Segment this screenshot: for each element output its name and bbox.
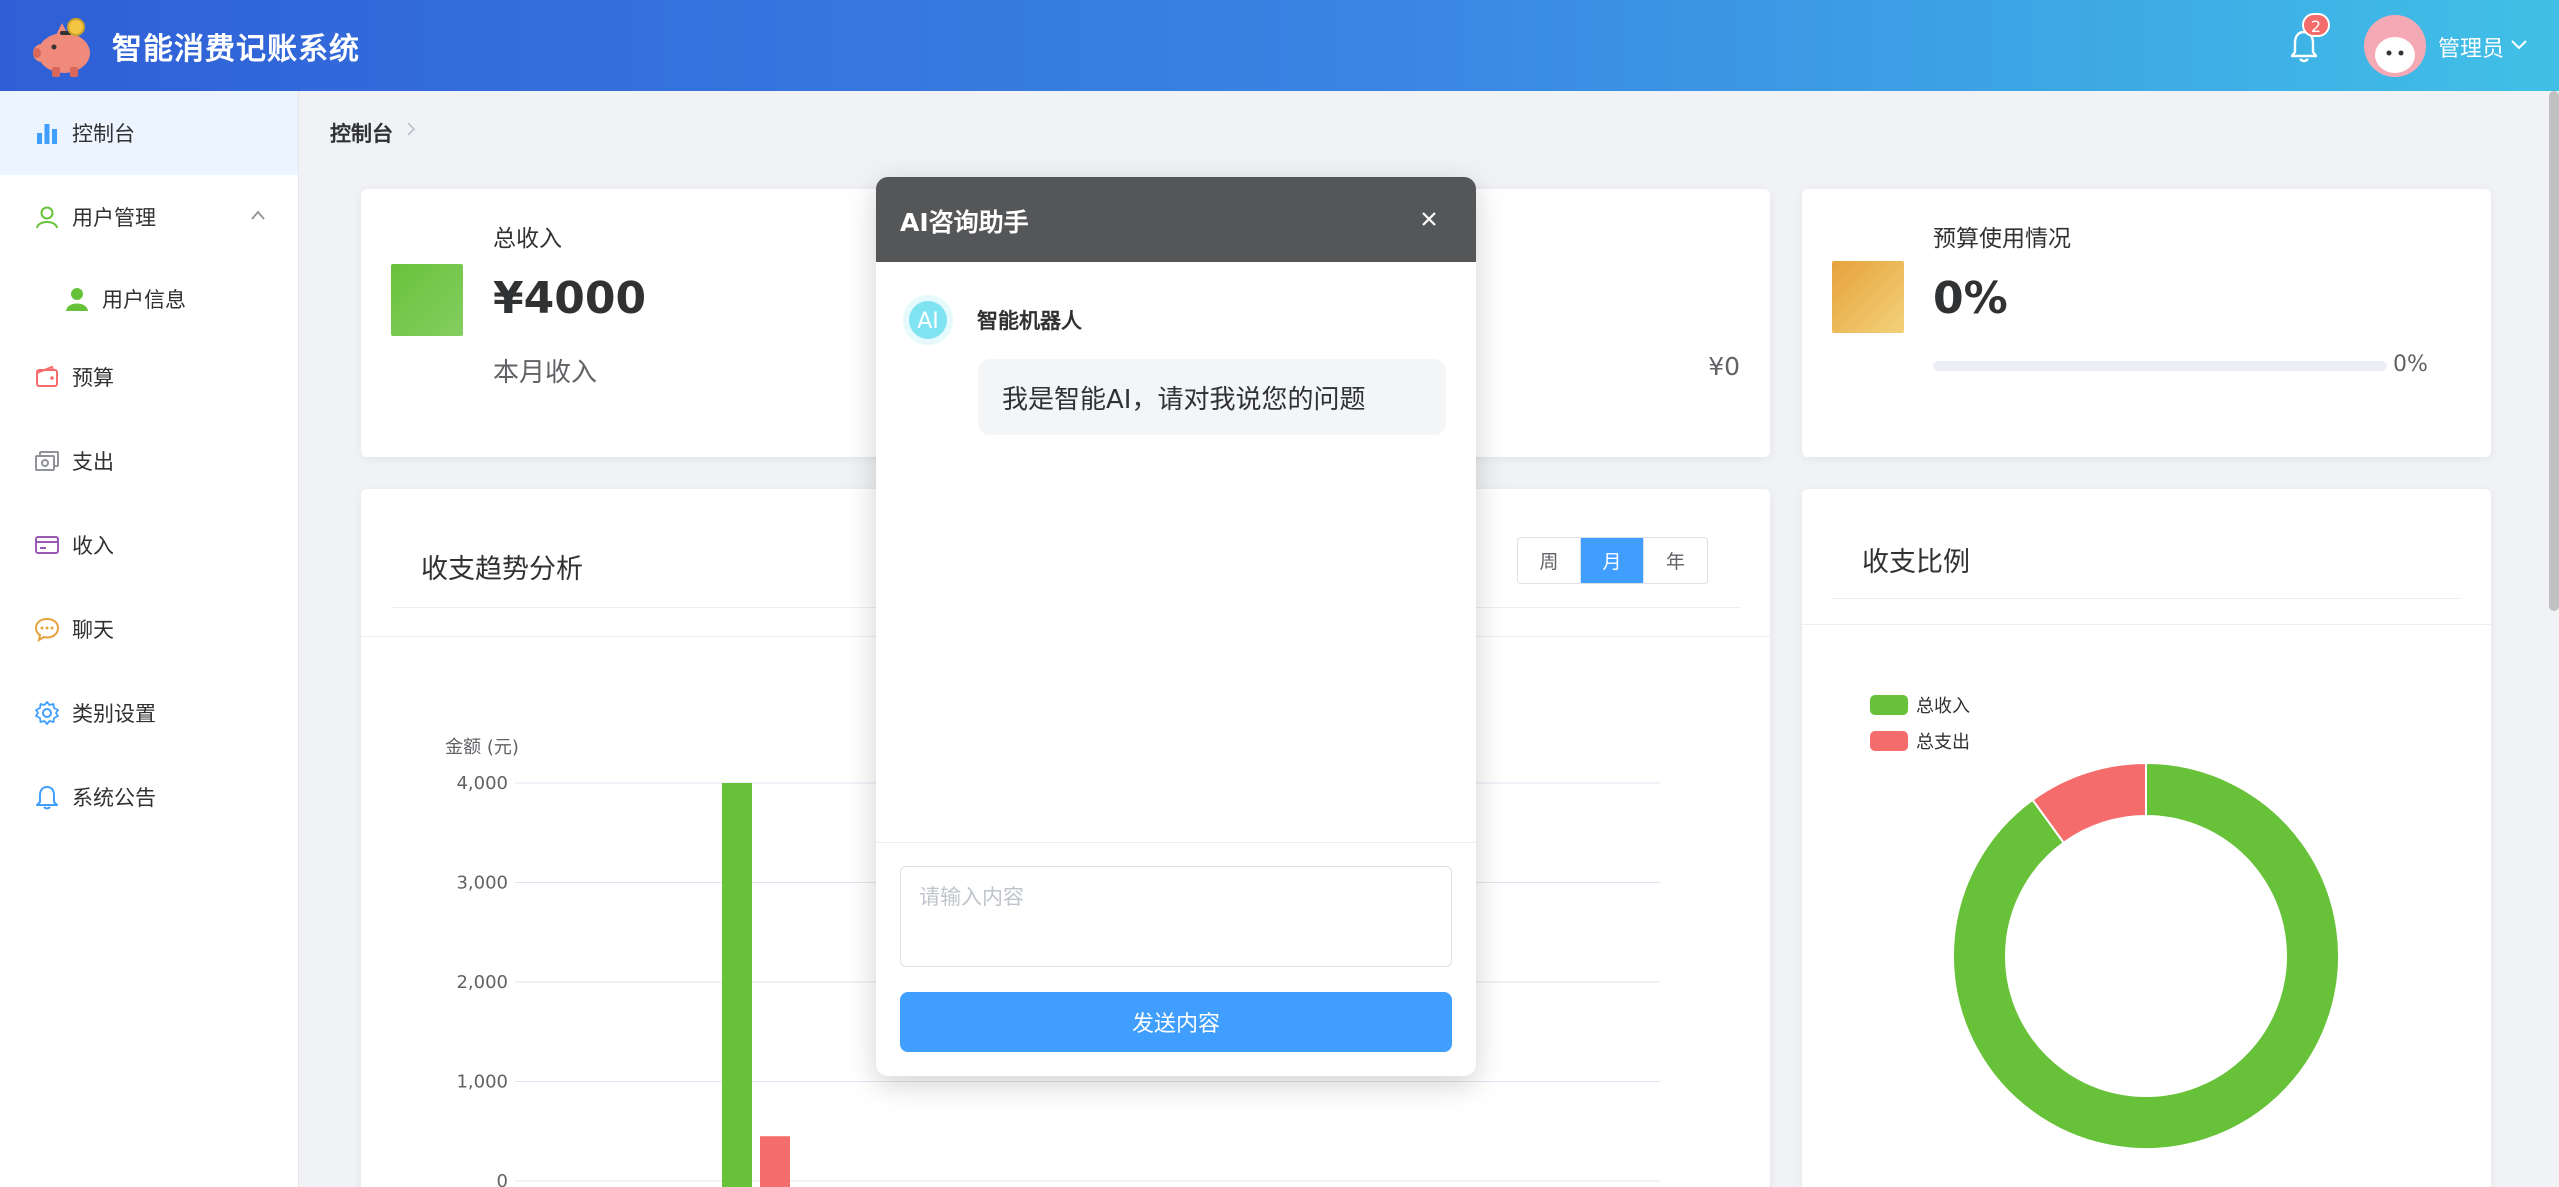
period-week-button[interactable]: 周	[1518, 538, 1581, 583]
income-value: ¥4000	[493, 273, 647, 324]
sidebar: 控制台 用户管理 用户信息 预算 支出 收入 聊天 类别设置 系统公告	[0, 91, 299, 1187]
expense-card: ¥0	[1450, 189, 1770, 457]
sidebar-item-income[interactable]: 收入	[0, 503, 298, 587]
sidebar-item-dashboard[interactable]: 控制台	[0, 91, 298, 175]
y-tick-label: 3,000	[456, 873, 508, 894]
user-filled-icon	[66, 288, 88, 311]
notification-badge: 2	[2302, 13, 2330, 37]
chat-dot-icon	[34, 617, 60, 642]
y-tick-label: 2,000	[456, 972, 508, 993]
dialog-title: AI咨询助手	[900, 208, 1029, 237]
legend-label: 总支出	[1916, 732, 1970, 753]
sidebar-item-announcements[interactable]: 系统公告	[0, 755, 298, 839]
sidebar-item-budget[interactable]: 预算	[0, 335, 298, 419]
sidebar-item-label: 聊天	[72, 618, 114, 642]
chevron-right-icon	[407, 122, 416, 136]
budget-label: 预算使用情况	[1933, 226, 2071, 252]
y-tick-label: 0	[497, 1171, 508, 1187]
legend-item-income[interactable]: 总收入	[1870, 692, 1970, 718]
bot-message-text: 我是智能AI，请对我说您的问题	[1002, 384, 1366, 415]
send-button[interactable]: 发送内容	[900, 992, 1452, 1052]
chevron-down-icon[interactable]	[2510, 37, 2528, 51]
sidebar-item-label: 用户信息	[102, 288, 186, 312]
app-root: 智能消费记账系统 2 管理员 控制台 用户管理 用户信息 预算 支出 收入 聊天…	[0, 0, 2559, 1187]
bar-chart-icon	[37, 124, 57, 144]
bot-avatar-text: AI	[917, 309, 939, 334]
top-header: 智能消费记账系统 2 管理员	[0, 0, 2559, 91]
income-sub-label: 本月收入	[493, 358, 598, 388]
sidebar-item-category-settings[interactable]: 类别设置	[0, 671, 298, 755]
sidebar-item-expense[interactable]: 支出	[0, 419, 298, 503]
income-label: 总收入	[493, 226, 562, 252]
page-scrollbar[interactable]	[2549, 91, 2559, 611]
wallet-icon	[36, 365, 58, 387]
y-tick-label: 1,000	[456, 1072, 508, 1093]
message-input[interactable]	[900, 866, 1452, 967]
user-icon	[36, 206, 58, 229]
money-icon	[35, 451, 59, 471]
expense-sub-value: ¥0	[1708, 352, 1740, 381]
piggy-bank-logo-icon	[33, 18, 90, 77]
legend-swatch	[1870, 695, 1908, 715]
ratio-header-border	[1802, 624, 2491, 625]
user-name[interactable]: 管理员	[2438, 31, 2504, 63]
bot-name: 智能机器人	[977, 309, 1082, 333]
y-tick-label: 4,000	[456, 773, 508, 794]
budget-card: 预算使用情况 0%	[1802, 189, 2491, 457]
sidebar-item-user-management[interactable]: 用户管理	[0, 175, 298, 259]
y-axis-label: 金额 (元)	[445, 737, 519, 758]
sidebar-item-label: 预算	[72, 366, 114, 390]
avatar-face-icon	[2364, 15, 2426, 77]
credit-card-icon	[35, 536, 59, 554]
bell-icon	[36, 786, 58, 810]
budget-progress-text: 0%	[2393, 352, 2428, 377]
ratio-donut-chart	[1953, 763, 2339, 1149]
breadcrumb[interactable]: 控制台	[330, 118, 393, 148]
ratio-divider	[1832, 598, 2461, 599]
app-title: 智能消费记账系统	[112, 32, 360, 67]
bar[interactable]	[722, 783, 752, 1187]
close-icon[interactable]	[1414, 204, 1444, 234]
income-color-square	[391, 264, 463, 336]
setting-icon	[35, 701, 59, 725]
ratio-title: 收支比例	[1862, 547, 1970, 578]
legend-swatch	[1870, 731, 1908, 751]
sidebar-item-label: 类别设置	[72, 702, 156, 726]
period-year-button[interactable]: 年	[1644, 538, 1707, 583]
bar[interactable]	[760, 1136, 790, 1187]
legend-item-expense[interactable]: 总支出	[1870, 728, 1970, 754]
period-toggle: 周 月 年	[1517, 537, 1708, 584]
sidebar-item-label: 系统公告	[72, 786, 156, 810]
chevron-up-icon	[251, 210, 265, 220]
sidebar-item-label: 控制台	[72, 122, 135, 146]
sidebar-item-chat[interactable]: 聊天	[0, 587, 298, 671]
period-month-button[interactable]: 月	[1581, 538, 1644, 583]
ai-bot-avatar-icon: AI	[903, 295, 953, 345]
bot-message-bubble: 我是智能AI，请对我说您的问题	[978, 359, 1446, 435]
donut-slice[interactable]	[1953, 763, 2339, 1149]
avatar[interactable]	[2364, 15, 2426, 77]
trend-title: 收支趋势分析	[421, 554, 583, 585]
budget-color-square	[1832, 261, 1904, 333]
budget-value: 0%	[1933, 273, 2008, 324]
legend-label: 总收入	[1916, 696, 1970, 717]
sidebar-item-label: 用户管理	[72, 206, 156, 230]
dialog-header: AI咨询助手	[876, 177, 1476, 262]
sidebar-item-label: 收入	[72, 534, 114, 558]
dialog-divider	[876, 842, 1476, 843]
sidebar-item-user-info[interactable]: 用户信息	[0, 259, 298, 339]
budget-progress-bar	[1933, 361, 2387, 371]
ai-assistant-dialog: AI咨询助手 AI 智能机器人 我是智能AI，请对我说您的问题 发送内容	[876, 177, 1476, 1076]
income-card: 总收入 ¥4000 本月收入	[361, 189, 891, 457]
sidebar-item-label: 支出	[72, 450, 114, 474]
